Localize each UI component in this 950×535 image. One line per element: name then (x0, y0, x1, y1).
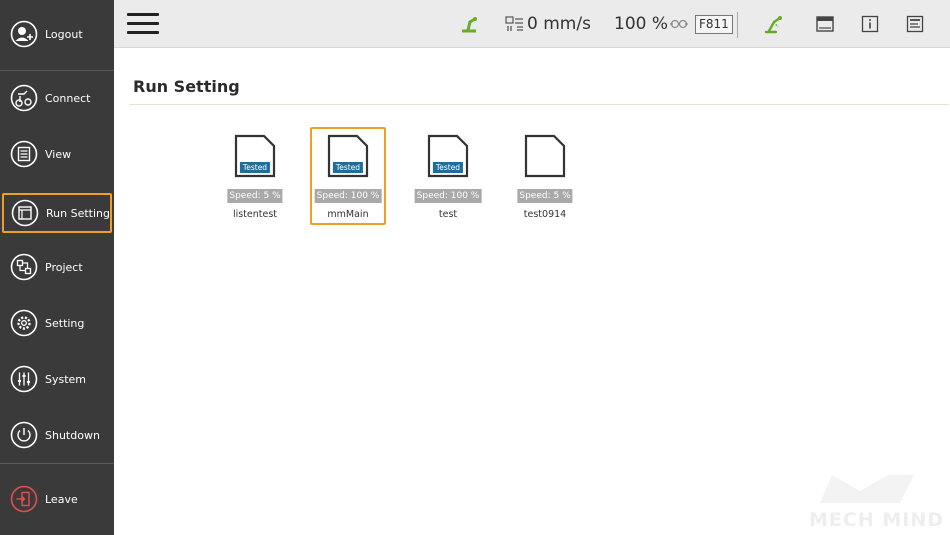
sidebar-item-run-setting[interactable]: Run Setting (2, 193, 112, 233)
watermark-text: MECH MIND (809, 509, 944, 531)
sidebar-item-label: View (45, 147, 72, 161)
sidebar-item-connect[interactable]: Connect (2, 78, 112, 118)
panel-icon[interactable] (815, 0, 835, 48)
page-title: Run Setting (133, 77, 240, 96)
sidebar-item-label: Project (45, 260, 83, 274)
speed-label: Speed: 100 % (314, 189, 382, 203)
view-icon (10, 140, 38, 168)
sidebar: Logout Connect View Run Setting Project … (0, 0, 114, 535)
program-file-mmmain[interactable]: Tested Speed: 100 % mmMain (310, 127, 386, 225)
sidebar-item-system[interactable]: System (2, 359, 112, 399)
brand-watermark: MECH MIND (804, 471, 944, 531)
app-root: Logout Connect View Run Setting Project … (0, 0, 950, 535)
speed-readout: 0 mm/s (527, 14, 591, 34)
robot-arm-icon[interactable] (460, 0, 480, 48)
run-setting-icon (11, 199, 39, 227)
watermark-logo-icon (820, 475, 914, 503)
top-toolbar: 0 mm/s 100 % F811 (114, 0, 950, 48)
hamburger-menu-button[interactable] (127, 13, 159, 35)
sidebar-item-leave[interactable]: Leave (2, 479, 112, 519)
file-name: test (438, 209, 458, 220)
tested-badge: Tested (432, 162, 464, 173)
toolbar-divider (737, 12, 738, 38)
robot-id-box[interactable]: F811 (695, 14, 733, 34)
speed-icon (505, 0, 525, 48)
log-icon[interactable] (905, 0, 925, 48)
program-file-test[interactable]: Tested Speed: 100 % test (410, 127, 486, 225)
program-file-listentest[interactable]: Tested Speed: 5 % listentest (217, 127, 293, 225)
sidebar-item-project[interactable]: Project (2, 247, 112, 287)
sidebar-divider (0, 463, 114, 464)
program-file-icon (524, 134, 566, 178)
sidebar-item-label: Setting (45, 316, 85, 330)
sliders-icon (10, 365, 38, 393)
logout-icon (10, 20, 38, 48)
override-readout: 100 % (614, 14, 669, 34)
sidebar-item-view[interactable]: View (2, 134, 112, 174)
file-name: test0914 (523, 209, 567, 220)
robot-tree-icon[interactable] (763, 0, 785, 48)
program-file-test0914[interactable]: Speed: 5 % test0914 (507, 127, 583, 225)
project-icon (10, 253, 38, 281)
sidebar-item-setting[interactable]: Setting (2, 303, 112, 343)
title-divider (129, 104, 949, 105)
sidebar-item-label: Logout (45, 27, 83, 41)
file-name: listentest (232, 209, 278, 220)
file-name: mmMain (327, 209, 369, 220)
sidebar-item-label: System (45, 372, 87, 386)
sidebar-item-label: Leave (45, 492, 78, 506)
sidebar-item-label: Shutdown (45, 428, 100, 442)
power-icon (10, 421, 38, 449)
info-icon[interactable] (860, 0, 880, 48)
sidebar-item-logout[interactable]: Logout (2, 14, 112, 54)
speed-label: Speed: 100 % (414, 189, 482, 203)
speed-label: Speed: 5 % (227, 189, 283, 203)
tested-badge: Tested (239, 162, 271, 173)
sidebar-item-shutdown[interactable]: Shutdown (2, 415, 112, 455)
link-icon (669, 0, 689, 48)
tested-badge: Tested (332, 162, 364, 173)
connect-icon (10, 84, 38, 112)
exit-icon (10, 485, 38, 513)
speed-label: Speed: 5 % (517, 189, 573, 203)
sidebar-divider (0, 70, 114, 71)
gear-icon (10, 309, 38, 337)
main-content: Run Setting Tested Speed: 5 % listentest… (114, 49, 950, 535)
sidebar-item-label: Run Setting (46, 206, 110, 220)
sidebar-item-label: Connect (45, 91, 91, 105)
